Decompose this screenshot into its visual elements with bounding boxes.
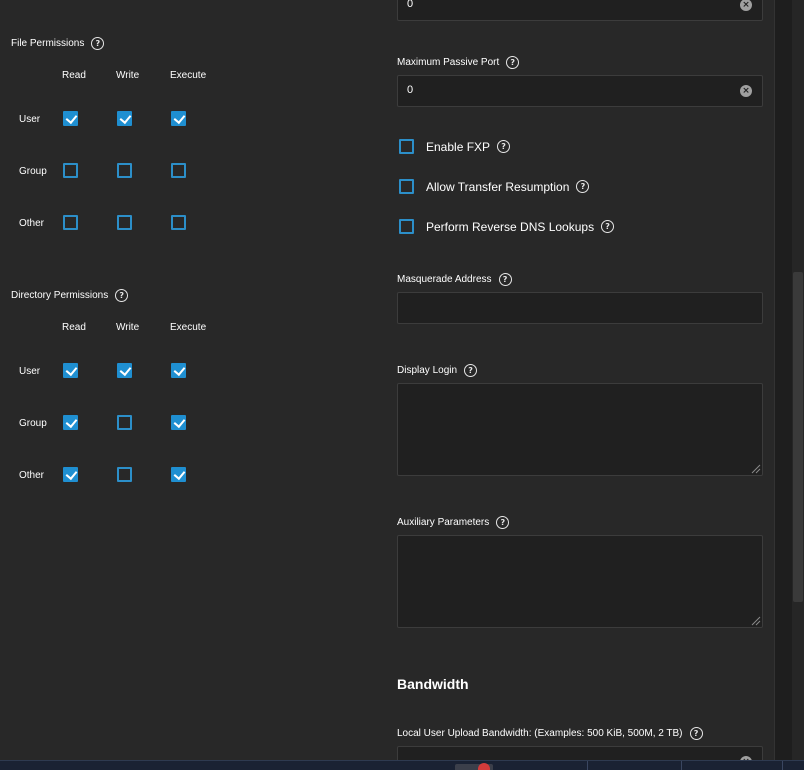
- allow-transfer-resumption-option[interactable]: Allow Transfer Resumption ?: [399, 179, 590, 194]
- dir-col-write: Write: [116, 322, 140, 333]
- auxiliary-parameters-label: Auxiliary Parameters ?: [397, 516, 510, 529]
- dir-other-write-checkbox[interactable]: [117, 467, 132, 482]
- masquerade-address-label-text: Masquerade Address: [397, 274, 492, 285]
- display-login-textarea[interactable]: [397, 383, 763, 476]
- dir-row-other: Other: [19, 470, 45, 481]
- file-col-write: Write: [116, 70, 140, 81]
- help-icon[interactable]: ?: [464, 364, 478, 377]
- local-user-upload-label: Local User Upload Bandwidth: (Examples: …: [397, 727, 703, 740]
- dir-other-execute-checkbox[interactable]: [171, 467, 186, 482]
- perform-reverse-dns-option[interactable]: Perform Reverse DNS Lookups ?: [399, 219, 615, 234]
- enable-fxp-label: Enable FXP: [426, 139, 491, 154]
- resize-grip-icon[interactable]: [751, 616, 761, 626]
- file-row-group: Group: [19, 166, 47, 177]
- allow-transfer-resumption-checkbox[interactable]: [399, 179, 414, 194]
- taskbar-divider: [587, 761, 588, 770]
- resize-grip-icon[interactable]: [751, 464, 761, 474]
- taskbar-app-icon[interactable]: [478, 763, 490, 770]
- minimum-passive-port-input[interactable]: 0 ×: [397, 0, 763, 21]
- directory-permissions-title: Directory Permissions: [11, 290, 109, 301]
- help-icon[interactable]: ?: [497, 140, 511, 153]
- file-permissions-label: File Permissions ?: [11, 37, 105, 50]
- file-row-user: User: [19, 114, 41, 125]
- dir-other-read-checkbox[interactable]: [63, 467, 78, 482]
- dir-user-write-checkbox[interactable]: [117, 363, 132, 378]
- help-icon[interactable]: ?: [689, 727, 703, 740]
- taskbar-divider: [782, 761, 783, 770]
- auxiliary-parameters-textarea[interactable]: [397, 535, 763, 628]
- auxiliary-parameters-label-text: Auxiliary Parameters: [397, 517, 490, 528]
- clear-icon[interactable]: ×: [740, 0, 752, 11]
- maximum-passive-port-input[interactable]: 0 ×: [397, 75, 763, 107]
- help-icon[interactable]: ?: [115, 289, 129, 302]
- taskbar-divider: [681, 761, 682, 770]
- masquerade-address-input[interactable]: [397, 292, 763, 324]
- ftp-service-settings: File Permissions ? Read Write Execute Us…: [0, 0, 774, 760]
- dir-group-write-checkbox[interactable]: [117, 415, 132, 430]
- file-group-read-checkbox[interactable]: [63, 163, 78, 178]
- help-icon[interactable]: ?: [601, 220, 615, 233]
- perform-reverse-dns-label: Perform Reverse DNS Lookups: [426, 219, 595, 234]
- dir-group-execute-checkbox[interactable]: [171, 415, 186, 430]
- dir-col-execute: Execute: [170, 322, 207, 333]
- file-group-write-checkbox[interactable]: [117, 163, 132, 178]
- help-icon[interactable]: ?: [91, 37, 105, 50]
- dir-row-group: Group: [19, 418, 47, 429]
- help-icon[interactable]: ?: [506, 56, 520, 69]
- maximum-passive-port-value: 0: [407, 84, 414, 96]
- file-group-execute-checkbox[interactable]: [171, 163, 186, 178]
- help-icon[interactable]: ?: [576, 180, 590, 193]
- directory-permissions-label: Directory Permissions ?: [11, 289, 129, 302]
- taskbar: [0, 760, 804, 770]
- masquerade-address-label: Masquerade Address ?: [397, 273, 512, 286]
- enable-fxp-option[interactable]: Enable FXP ?: [399, 139, 511, 154]
- perform-reverse-dns-checkbox[interactable]: [399, 219, 414, 234]
- maximum-passive-port-label-text: Maximum Passive Port: [397, 57, 500, 68]
- file-other-execute-checkbox[interactable]: [171, 215, 186, 230]
- file-user-read-checkbox[interactable]: [63, 111, 78, 126]
- dir-row-user: User: [19, 366, 41, 377]
- scrollbar-thumb[interactable]: [793, 272, 803, 602]
- maximum-passive-port-label: Maximum Passive Port ?: [397, 56, 520, 69]
- file-col-execute: Execute: [170, 70, 207, 81]
- file-user-write-checkbox[interactable]: [117, 111, 132, 126]
- help-icon[interactable]: ?: [496, 516, 510, 529]
- bandwidth-heading: Bandwidth: [397, 676, 469, 692]
- file-user-execute-checkbox[interactable]: [171, 111, 186, 126]
- file-other-read-checkbox[interactable]: [63, 215, 78, 230]
- file-row-other: Other: [19, 218, 45, 229]
- local-user-upload-input[interactable]: ×: [397, 746, 763, 760]
- minimum-passive-port-value: 0: [407, 0, 414, 10]
- enable-fxp-checkbox[interactable]: [399, 139, 414, 154]
- dir-user-read-checkbox[interactable]: [63, 363, 78, 378]
- local-user-upload-label-text: Local User Upload Bandwidth: (Examples: …: [397, 728, 683, 739]
- display-login-label: Display Login ?: [397, 364, 478, 377]
- allow-transfer-resumption-label: Allow Transfer Resumption: [426, 179, 570, 194]
- dir-user-execute-checkbox[interactable]: [171, 363, 186, 378]
- dir-group-read-checkbox[interactable]: [63, 415, 78, 430]
- file-other-write-checkbox[interactable]: [117, 215, 132, 230]
- help-icon[interactable]: ?: [498, 273, 512, 286]
- file-permissions-title: File Permissions: [11, 38, 85, 49]
- display-login-label-text: Display Login: [397, 365, 458, 376]
- clear-icon[interactable]: ×: [740, 85, 752, 97]
- dir-col-read: Read: [62, 322, 86, 333]
- file-col-read: Read: [62, 70, 86, 81]
